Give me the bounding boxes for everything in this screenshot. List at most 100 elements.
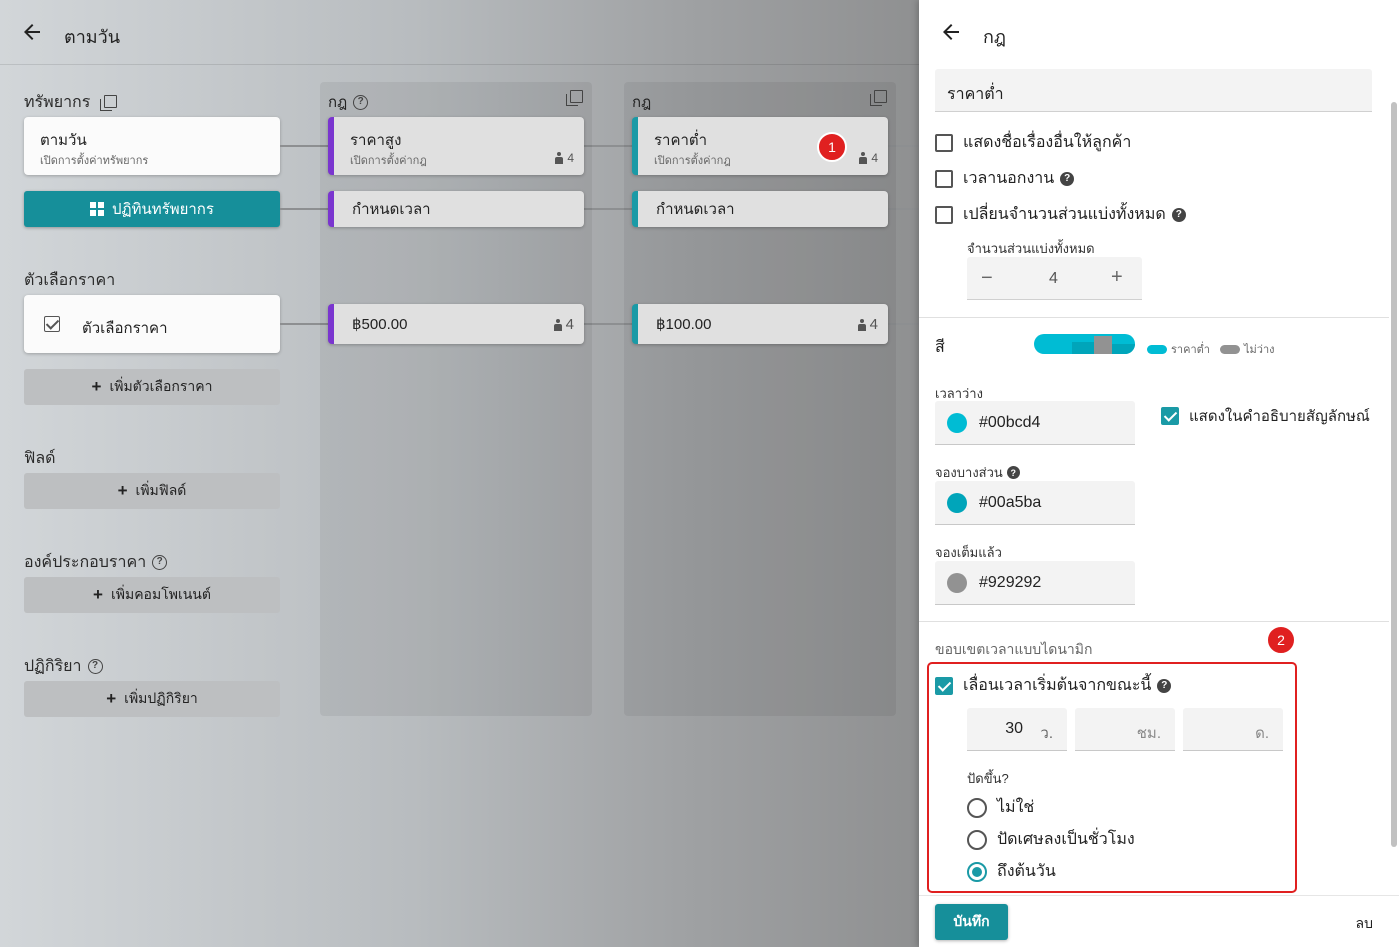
person-icon [857,318,866,331]
price-value: ฿100.00 [656,316,712,333]
seconds-unit: ว. [1040,725,1053,742]
rule-card-title: ราคาต่ำ [654,132,708,149]
add-price-option-label: เพิ่มตัวเลือกราคา [109,378,213,394]
annotation-badge-2: 2 [1266,625,1296,655]
available-color-field[interactable]: #00bcd4 [935,401,1135,445]
back-arrow-icon[interactable] [939,20,963,44]
price-count: 4 [553,316,574,333]
plus-icon: + [91,377,102,396]
show-in-legend-checkbox[interactable] [1161,407,1179,425]
change-total-shares-label: เปลี่ยนจำนวนส่วนแบ่งทั้งหมด [963,206,1166,223]
decrement-button[interactable]: − [981,267,993,290]
panel-footer: บันทึก ลบ [919,895,1399,947]
price-value: ฿500.00 [352,316,408,333]
round-day-radio[interactable] [967,861,987,882]
resources-section-label: ทรัพยากร [24,90,118,115]
price-card[interactable]: ฿500.00 4 [328,304,584,344]
time-card[interactable]: กำหนดเวลา [632,191,888,227]
color-swatch[interactable] [947,492,967,513]
round-day-option[interactable]: ถึงต้นวัน [967,859,1056,884]
show-other-title-checkbox[interactable] [935,133,953,152]
resources-label: ทรัพยากร [24,94,91,111]
rule-column-2-header: กฎ [632,90,651,114]
color-swatch[interactable] [947,412,967,433]
full-color-label: จองเต็มแล้ว [935,545,1002,560]
full-color-value: #929292 [979,573,1042,591]
rule-count-value: 4 [567,151,574,165]
help-icon[interactable]: ? [152,555,168,570]
rule-name-field[interactable]: ราคาต่ำ [935,69,1372,112]
divider [919,621,1389,622]
rule-card-low-price[interactable]: ราคาต่ำ เปิดการตั้งค่ากฎ 4 [632,117,888,175]
round-hour-radio[interactable] [967,829,987,850]
plus-icon: + [106,689,117,708]
plus-icon: + [117,481,128,500]
legend-swatch [1220,344,1240,354]
add-reaction-label: เพิ่มปฏิกิริยา [124,690,198,706]
hours-field[interactable]: ชม. [1075,708,1175,751]
resource-calendar-button[interactable]: ปฏิทินทรัพยากร [24,191,280,227]
legend-low-price-label: ราคาต่ำ [1171,344,1210,356]
person-icon [555,152,564,164]
legend-unavailable: ไม่ว่าง [1220,340,1275,358]
time-card[interactable]: กำหนดเวลา [328,191,584,227]
days-field[interactable]: ด. [1183,708,1283,751]
off-hours-row[interactable]: เวลานอกงาน ? [935,166,1075,191]
round-hour-option[interactable]: ปัดเศษลงเป็นชั่วโมง [967,827,1135,852]
price-card[interactable]: ฿100.00 4 [632,304,888,344]
time-card-label: กำหนดเวลา [656,201,735,218]
full-color-field[interactable]: #929292 [935,561,1135,605]
days-unit: ด. [1255,725,1269,742]
resource-card-title: ตามวัน [40,132,87,149]
help-icon[interactable]: ? [1157,678,1172,693]
add-price-option-button[interactable]: + เพิ่มตัวเลือกราคา [24,369,280,405]
panel-topbar: กฎ [919,0,1399,65]
color-swatch[interactable] [947,572,967,593]
help-icon[interactable]: ? [87,659,103,674]
panel-title: กฎ [983,27,1006,47]
help-icon[interactable]: ? [1060,171,1075,186]
show-in-legend-label: แสดงในคำอธิบายสัญลักษณ์ [1189,408,1370,425]
show-in-legend-row[interactable]: แสดงในคำอธิบายสัญลักษณ์ [1161,404,1370,428]
price-count: 4 [857,316,878,333]
fields-label: ฟิลด์ [24,450,56,467]
round-no-option[interactable]: ไม่ใช่ [967,795,1034,820]
copy-icon[interactable] [566,90,583,106]
show-other-title-row[interactable]: แสดงชื่อเรื่องอื่นให้ลูกค้า [935,130,1131,155]
back-arrow-icon[interactable] [20,20,44,44]
fields-section-label: ฟิลด์ [24,446,56,471]
price-option-card[interactable]: ตัวเลือกราคา [24,295,280,353]
save-button[interactable]: บันทึก [935,904,1008,940]
round-no-radio[interactable] [967,797,987,818]
rule-card-high-price[interactable]: ราคาสูง เปิดการตั้งค่ากฎ 4 [328,117,584,175]
add-field-button[interactable]: + เพิ่มฟิลด์ [24,473,280,509]
round-up-label: ปัดขึ้น? [967,771,1009,786]
increment-button[interactable]: + [1111,266,1123,289]
delete-button[interactable]: ลบ [1356,913,1373,935]
price-options-label: ตัวเลือกราคา [24,272,116,289]
change-total-shares-checkbox[interactable] [935,205,953,224]
off-hours-checkbox[interactable] [935,169,953,188]
add-reaction-button[interactable]: + เพิ่มปฏิกิริยา [24,681,280,717]
shift-start-now-row[interactable]: เลื่อนเวลาเริ่มต้นจากขณะนี้ ? [935,673,1172,698]
rule-column-header-label: กฎ [328,94,348,111]
help-icon[interactable]: ? [1171,207,1186,222]
copy-icon[interactable] [870,90,887,106]
total-shares-stepper[interactable]: − 4 + [967,257,1142,300]
add-component-button[interactable]: + เพิ่มคอมโพเนนต์ [24,577,280,613]
add-component-label: เพิ่มคอมโพเนนต์ [110,586,211,602]
shift-start-now-checkbox[interactable] [935,676,953,695]
show-other-title-label: แสดงชื่อเรื่องอื่นให้ลูกค้า [963,134,1132,151]
rule-card-title: ราคาสูง [350,132,402,149]
plus-icon: + [93,585,103,604]
partial-color-field[interactable]: #00a5ba [935,481,1135,525]
scrollbar-thumb[interactable] [1391,102,1397,847]
seconds-field[interactable]: 30 ว. [967,708,1067,751]
resource-card[interactable]: ตามวัน เปิดการตั้งค่าทรัพยากร [24,117,280,175]
change-total-shares-row[interactable]: เปลี่ยนจำนวนส่วนแบ่งทั้งหมด ? [935,202,1186,227]
copy-icon[interactable] [100,94,118,111]
rule-column-2 [624,82,896,716]
help-icon[interactable]: ? [1006,466,1020,479]
scrollbar[interactable] [1389,65,1399,895]
help-icon[interactable]: ? [353,94,369,110]
